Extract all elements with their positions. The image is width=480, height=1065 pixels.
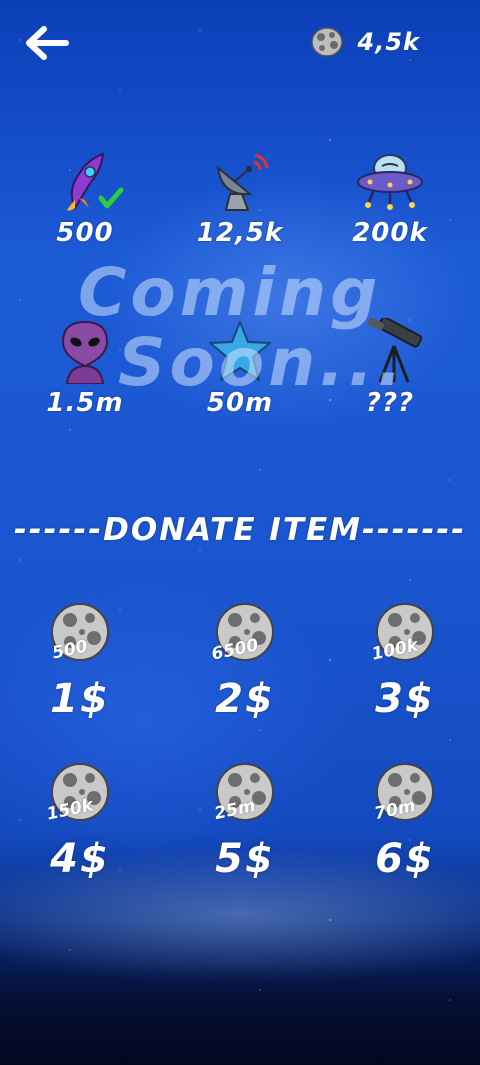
donate-price: 3$ (375, 676, 435, 722)
donate-price: 4$ (50, 836, 110, 882)
donate-price: 2$ (215, 676, 275, 722)
coin-balance: 4,5k (310, 26, 420, 58)
donate-price: 6$ (375, 836, 435, 882)
achievement-ufo: 200k (325, 150, 455, 248)
achievement-star: 50m (175, 318, 305, 418)
star-icon (209, 321, 271, 381)
alien-icon (61, 320, 109, 384)
donate-item-6[interactable]: 70m 6$ (345, 760, 465, 882)
donate-item-1[interactable]: 500 1$ (20, 600, 140, 722)
rocket-icon (67, 152, 124, 211)
achievement-satellite: 12,5k (175, 150, 305, 248)
donate-price: 5$ (215, 836, 275, 882)
moon-coin-icon (310, 27, 343, 57)
achievement-alien: 1.5m (20, 318, 150, 418)
donate-item-5[interactable]: 25m 5$ (185, 760, 305, 882)
achievement-rocket: 500 (20, 150, 150, 248)
achievement-label: ??? (365, 388, 415, 418)
ufo-icon (357, 154, 423, 210)
telescope-icon (367, 318, 423, 383)
donate-item-3[interactable]: 100k 3$ (345, 600, 465, 722)
donate-item-2[interactable]: 6500 2$ (185, 600, 305, 722)
achievement-telescope: ??? (325, 318, 455, 418)
donate-item-4[interactable]: 150k 4$ (20, 760, 140, 882)
back-arrow-icon (26, 26, 69, 60)
achievement-label: 12,5k (196, 218, 284, 248)
donate-price: 1$ (50, 676, 110, 722)
achievement-label: 500 (56, 218, 114, 248)
donate-section-title: ------DONATE ITEM------- (13, 512, 467, 548)
back-button[interactable] (24, 26, 70, 60)
satellite-dish-icon (216, 153, 269, 211)
achievement-label: 1.5m (46, 388, 124, 418)
coin-count: 4,5k (357, 28, 420, 56)
achievement-label: 50m (206, 388, 274, 418)
achievement-label: 200k (352, 218, 428, 248)
